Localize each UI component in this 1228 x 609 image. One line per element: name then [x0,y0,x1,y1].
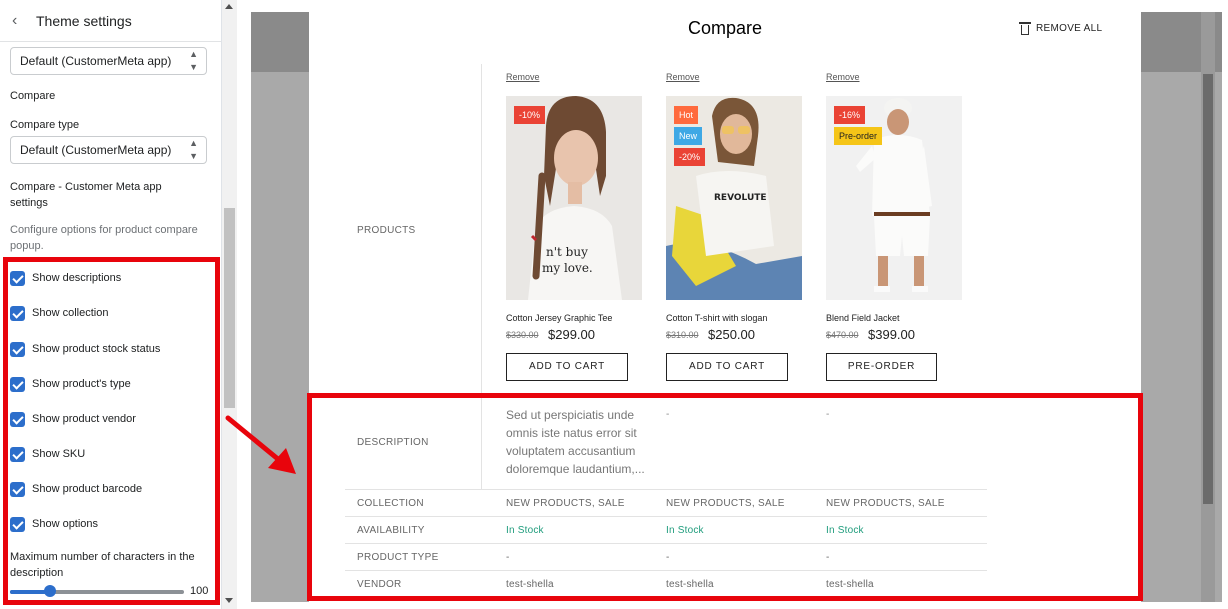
compare-title: Compare [687,18,763,38]
scroll-up-icon[interactable] [225,4,233,9]
product-old-price: $310.00 [666,330,699,340]
remove-link[interactable]: Remove [506,72,540,82]
select-arrows-icon: ▲ ▼ [189,138,198,161]
product-name[interactable]: Cotton Jersey Graphic Tee [506,313,612,323]
product-image[interactable]: REVOLUTE Hot New -20% [666,96,802,300]
screen: ‹ Theme settings Default (CustomerMeta a… [0,0,1228,609]
annotation-highlight-table [307,393,1143,601]
product-badge: Pre-order [834,127,883,145]
svg-text:my love.: my love. [542,261,593,275]
top-select-value: Default (CustomerMeta app) [20,54,172,68]
svg-text:REVOLUTE: REVOLUTE [714,193,767,203]
remove-link[interactable]: Remove [826,72,860,82]
row-label-products: PRODUCTS [357,225,416,236]
sidebar-scrollbar[interactable] [222,0,237,609]
top-select[interactable]: Default (CustomerMeta app) ▲ ▼ [10,47,207,75]
product-price: $399.00 [868,327,915,342]
app-settings-heading: Compare - Customer Meta app settings [10,181,162,209]
annotation-highlight-sidebar [3,257,220,605]
scroll-down-icon[interactable] [225,598,233,603]
compare-heading: Compare [10,90,56,102]
sidebar-title: Theme settings [36,13,132,29]
compare-type-value: Default (CustomerMeta app) [20,143,172,157]
add-to-cart-button[interactable]: ADD TO CART [506,353,628,381]
preview-scrollbar[interactable] [1201,12,1215,602]
back-arrow-icon[interactable]: ‹ [12,12,26,30]
remove-all-label: REMOVE ALL [1036,22,1103,34]
remove-link[interactable]: Remove [666,72,700,82]
app-settings-help: Configure options for product compare po… [10,224,198,252]
product-badge: New [674,127,703,145]
sidebar-header: ‹ Theme settings [0,0,221,42]
add-to-cart-button[interactable]: ADD TO CART [666,353,788,381]
select-arrows-icon: ▲ ▼ [189,49,198,72]
product-image[interactable]: -16% Pre-order [826,96,962,300]
trash-icon [1019,21,1031,35]
pre-order-button[interactable]: PRE-ORDER [826,353,937,381]
remove-all-button[interactable]: REMOVE ALL [1019,21,1102,35]
product-badge: -20% [674,148,706,166]
product-name[interactable]: Cotton T-shirt with slogan [666,313,767,323]
product-price: $250.00 [708,327,755,342]
product-badge: -10% [514,106,546,124]
product-name[interactable]: Blend Field Jacket [826,313,900,323]
compare-type-select[interactable]: Default (CustomerMeta app) ▲ ▼ [10,136,207,164]
product-old-price: $330.00 [506,330,539,340]
compare-type-label: Compare type [10,119,80,131]
scrollbar-thumb[interactable] [224,208,235,408]
annotation-arrow-icon [225,415,296,474]
scrollbar-thumb[interactable] [1203,74,1213,504]
product-badge: -16% [834,106,866,124]
product-old-price: $470.00 [826,330,859,340]
svg-text:n't buy: n't buy [546,245,588,259]
product-badge: Hot [674,106,699,124]
product-price: $299.00 [548,327,595,342]
product-image[interactable]: n't buy my love. -10% [506,96,642,300]
